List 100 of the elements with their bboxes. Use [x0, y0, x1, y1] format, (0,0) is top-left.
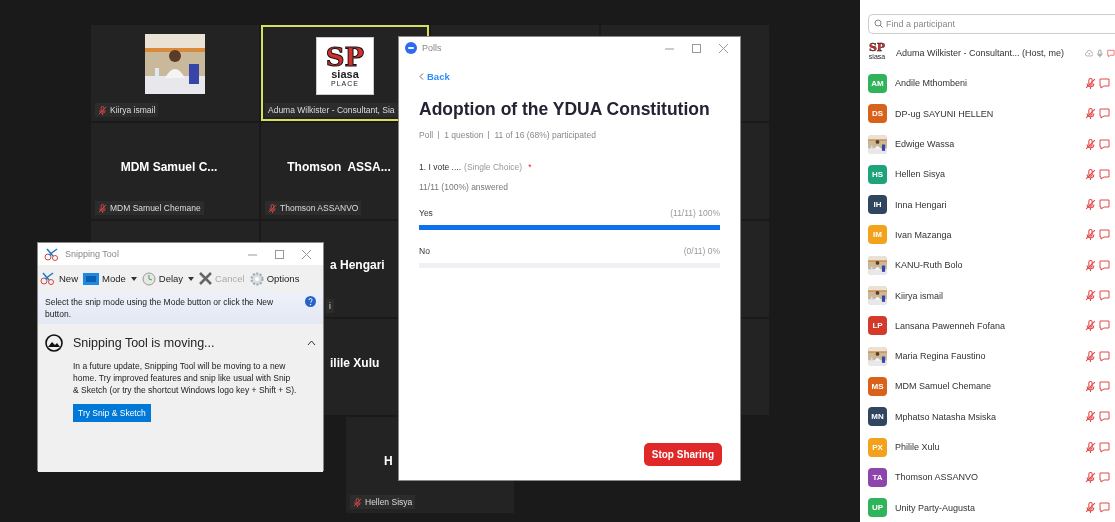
participant-row[interactable]: IM Ivan Mazanga	[868, 219, 1115, 251]
instruction-text: Select the snip mode using the Mode button or click the New button.	[45, 296, 275, 320]
chat-icon[interactable]	[1099, 199, 1110, 211]
muted-mic-icon[interactable]	[268, 203, 277, 213]
toolbar-button[interactable]: Delay	[141, 271, 184, 286]
question-text: 1. I vote ....	[419, 162, 462, 172]
muted-mic-icon[interactable]	[1085, 138, 1096, 150]
participant-row[interactable]: Maria Regina Faustino	[868, 340, 1115, 372]
toolbar-button[interactable]: New	[40, 272, 78, 285]
participant-name: KANU-Ruth Bolo	[895, 260, 964, 271]
maximize-icon[interactable]	[692, 43, 701, 53]
muted-mic-icon[interactable]	[1085, 168, 1096, 180]
initials-avatar: AM	[868, 73, 887, 93]
stop-sharing-button[interactable]: Stop Sharing	[643, 443, 722, 466]
initials-avatar: MN	[868, 407, 887, 427]
poll-title: Adoption of the YDUA Constitution	[419, 98, 710, 120]
initials-avatar: MS	[868, 376, 887, 396]
initials-avatar: TA	[868, 467, 887, 487]
initials-avatar: UP	[868, 498, 887, 518]
chat-icon[interactable]	[1107, 47, 1115, 59]
participant-row[interactable]: DS DP-ug SAYUNI HELLEN	[868, 98, 1115, 129]
chat-icon[interactable]	[1099, 259, 1110, 271]
muted-mic-icon[interactable]	[98, 105, 107, 115]
participant-row[interactable]: UP Unity Party-Augusta	[868, 492, 1115, 522]
option-result: (11/11) 100%	[670, 208, 720, 218]
toolbar-button[interactable]: Options	[249, 271, 300, 286]
muted-mic-icon[interactable]	[1085, 502, 1096, 514]
chat-icon[interactable]	[1099, 411, 1110, 423]
participant-row[interactable]: Kiirya ismail	[868, 280, 1115, 311]
chat-icon[interactable]	[1099, 108, 1110, 120]
scissors-icon	[40, 272, 56, 285]
caret-icon[interactable]	[130, 276, 137, 281]
window-title: Snipping Tool	[65, 249, 120, 259]
search-field[interactable]: Find a participant	[868, 14, 1115, 34]
chat-icon[interactable]	[1099, 168, 1110, 180]
participant-name: Thomson ASSA...	[287, 160, 391, 174]
participant-row[interactable]: LP Lansana Pawenneh Fofana	[868, 310, 1115, 341]
chat-icon[interactable]	[1099, 380, 1110, 392]
name-label-text: Kiirya ismail	[110, 105, 156, 115]
chat-icon[interactable]	[1099, 77, 1110, 89]
participant-row[interactable]: TA Thomson ASSANVO	[868, 462, 1115, 493]
option-label: No	[419, 246, 430, 256]
participant-name: MDM Samuel C...	[120, 160, 218, 174]
x-icon	[199, 272, 213, 285]
participant-name: Hellen Sisya	[895, 169, 947, 180]
muted-mic-icon[interactable]	[1085, 77, 1096, 89]
muted-mic-icon[interactable]	[353, 497, 362, 507]
participant-name: MDM Samuel Chemane	[895, 381, 993, 392]
muted-mic-icon[interactable]	[1085, 290, 1096, 301]
participant-row[interactable]: PX Philile Xulu	[868, 431, 1115, 463]
participant-row[interactable]: MN Mphatso Natasha Msiska	[868, 401, 1115, 432]
muted-mic-icon[interactable]	[1085, 229, 1096, 241]
muted-mic-icon[interactable]	[1085, 350, 1096, 362]
participant-name: Thomson ASSANVO	[895, 472, 980, 483]
try-snip-sketch-button[interactable]: Try Snip & Sketch	[73, 404, 151, 422]
participant-row[interactable]: HS Hellen Sisya	[868, 159, 1115, 190]
help-icon[interactable]	[305, 296, 316, 307]
chat-icon[interactable]	[1099, 138, 1110, 150]
participant-row[interactable]: AM Andile Mthombeni	[868, 68, 1115, 99]
chat-icon[interactable]	[1099, 350, 1110, 362]
chat-icon[interactable]	[1099, 441, 1110, 453]
muted-mic-icon[interactable]	[1085, 199, 1096, 211]
mic-icon[interactable]	[1096, 47, 1105, 59]
chat-icon[interactable]	[1099, 502, 1110, 514]
chevron-icon[interactable]	[307, 340, 316, 346]
muted-mic-icon[interactable]	[1085, 411, 1096, 423]
scissors-icon	[44, 247, 60, 261]
chat-icon[interactable]	[1099, 229, 1110, 241]
name-label-text: i	[329, 301, 331, 311]
chat-icon[interactable]	[1099, 290, 1110, 301]
snip-sketch-icon	[45, 334, 63, 352]
caret-icon[interactable]	[188, 276, 195, 281]
participant-name: Edwige Wassa	[895, 139, 956, 150]
participant-name: a Hengari	[330, 258, 385, 272]
muted-mic-icon[interactable]	[1085, 380, 1096, 392]
muted-mic-icon[interactable]	[98, 203, 107, 213]
chat-icon[interactable]	[1099, 471, 1110, 483]
participant-row[interactable]: IH Inna Hengari	[868, 189, 1115, 220]
participant-name: DP-ug SAYUNI HELLEN	[895, 108, 995, 119]
participant-row[interactable]: KANU-Ruth Bolo	[868, 250, 1115, 281]
muted-mic-icon[interactable]	[1085, 471, 1096, 483]
participant-row[interactable]: Edwige Wassa	[868, 128, 1115, 160]
muted-mic-icon[interactable]	[1085, 320, 1096, 332]
search-icon	[874, 19, 883, 28]
app-icon	[405, 42, 417, 54]
window-title: Polls	[422, 43, 443, 53]
muted-mic-icon[interactable]	[1085, 108, 1096, 120]
muted-mic-icon[interactable]	[1085, 441, 1096, 453]
clock-icon	[141, 271, 156, 286]
muted-mic-icon[interactable]	[1085, 259, 1096, 271]
participant-row[interactable]: MS MDM Samuel Chemane	[868, 371, 1115, 402]
poll-meta: 11 of 16 (68%) participated	[494, 130, 596, 140]
participant-name: ilile Xulu	[330, 356, 380, 370]
chat-icon[interactable]	[1099, 320, 1110, 332]
close-icon[interactable]	[302, 249, 311, 259]
name-label-text: MDM Samuel Chemane	[110, 203, 201, 213]
toolbar-button[interactable]: Mode	[83, 272, 126, 285]
answered-count: 11/11 (100%) answered	[419, 182, 509, 192]
close-icon[interactable]	[719, 43, 728, 53]
maximize-icon[interactable]	[275, 249, 284, 259]
